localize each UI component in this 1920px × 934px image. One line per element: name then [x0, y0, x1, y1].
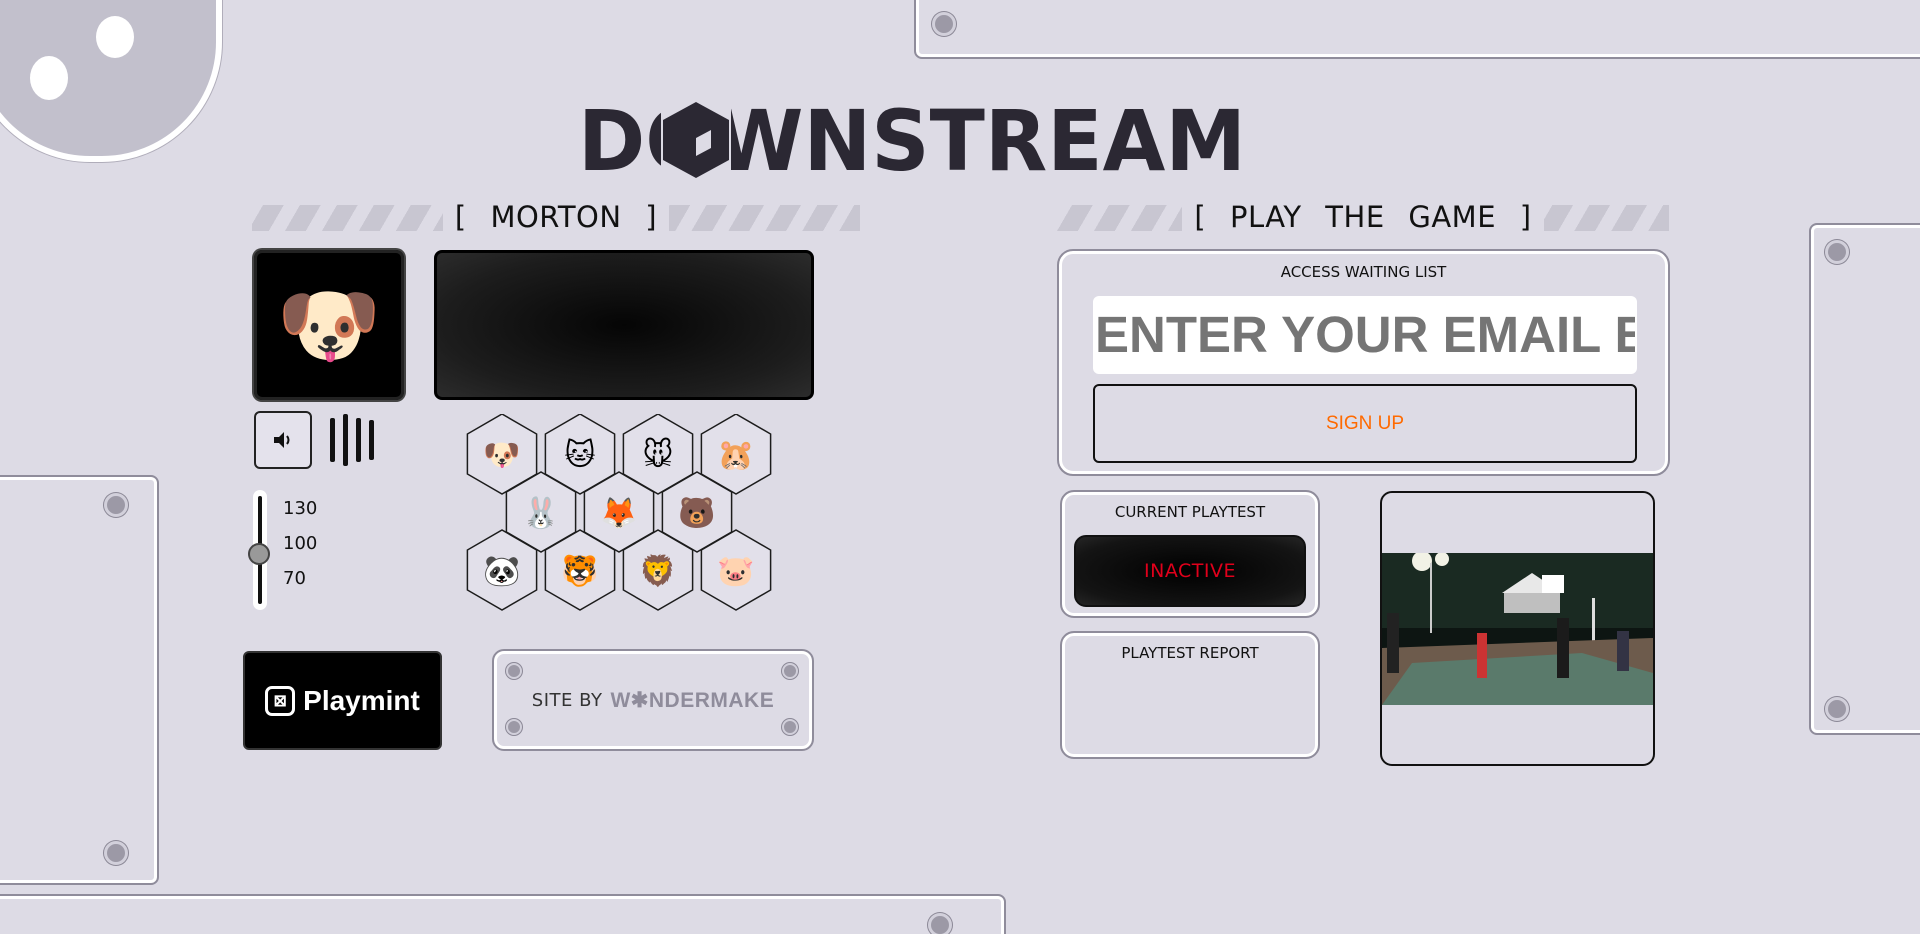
playmint-logo-icon: ⊠ — [265, 685, 296, 716]
signup-button[interactable]: SIGN UP — [1093, 384, 1637, 463]
bracket-open: [ — [1194, 200, 1207, 234]
screw-icon — [1825, 240, 1849, 264]
screw-icon — [104, 841, 128, 865]
waitlist-form: ACCESS WAITING LIST SIGN UP — [1057, 249, 1670, 476]
screw-icon — [104, 493, 128, 517]
animal-emoji: 🐶 — [483, 438, 520, 473]
frame-panel-bottom — [0, 894, 1006, 934]
gameplay-video-card[interactable] — [1380, 491, 1655, 766]
current-playtest-card: CURRENT PLAYTEST INACTIVE — [1060, 490, 1320, 618]
game-title: PLAY THE GAME — [1229, 200, 1497, 234]
credit-studio: W✱NDERMAKE — [610, 688, 775, 712]
screw-icon — [782, 663, 798, 679]
playmint-sponsor-link[interactable]: ⊠ Playmint — [243, 651, 442, 750]
animal-emoji: 🐷 — [717, 554, 754, 589]
animal-emoji: 🦁 — [639, 553, 676, 589]
player-name: MORTON — [490, 200, 622, 234]
bracket-close: ] — [645, 200, 658, 234]
credit-prefix: SITE BY — [531, 689, 603, 711]
screw-icon — [506, 719, 522, 735]
speaker-icon — [274, 432, 290, 448]
player-section-header: [ MORTON ] — [252, 200, 860, 234]
player-avatar[interactable]: 🐶 — [254, 250, 404, 400]
blob-eye-right — [96, 16, 134, 58]
frame-panel-right — [1809, 223, 1920, 735]
screw-icon — [506, 663, 522, 679]
volume-label-high: 130 — [283, 498, 318, 519]
downstream-logo: DOWNSTREAM — [578, 98, 1246, 180]
blob-eye-left — [30, 56, 68, 100]
animal-emoji: 🐯 — [561, 552, 598, 589]
cube-icon — [661, 100, 731, 178]
volume-label-mid: 100 — [283, 533, 318, 554]
avatar-emoji: 🐶 — [276, 275, 382, 374]
playtest-report-card[interactable]: PLAYTEST REPORT — [1060, 631, 1320, 759]
playtest-title: CURRENT PLAYTEST — [1114, 503, 1266, 521]
screw-icon — [782, 719, 798, 735]
volume-slider[interactable] — [248, 490, 270, 610]
volume-slider-thumb[interactable] — [248, 543, 270, 565]
animal-emoji: 🐻 — [678, 494, 715, 531]
animal-picker: 🐶 🐱 🐭 🐹 🐰 🦊 🐻 🐼 🐯 🦁 🐷 — [466, 414, 772, 611]
audio-level-bars-icon — [330, 414, 374, 466]
playmint-name: Playmint — [303, 684, 420, 716]
animal-emoji: 🐼 — [483, 553, 521, 589]
player-name-heading: [ MORTON ] — [442, 200, 670, 234]
frame-panel-left — [0, 475, 159, 885]
screw-icon — [932, 12, 956, 36]
animal-emoji: 🐹 — [717, 438, 754, 473]
player-screen — [434, 250, 814, 400]
sound-toggle-button[interactable] — [254, 411, 312, 469]
frame-panel-top — [914, 0, 1920, 59]
mascot-blob — [0, 0, 222, 162]
screw-icon — [928, 913, 952, 934]
screw-icon — [1825, 697, 1849, 721]
bracket-open: [ — [454, 200, 467, 234]
volume-label-low: 70 — [283, 568, 306, 589]
game-section-header: [ PLAY THE GAME ] — [1057, 200, 1669, 234]
game-heading: [ PLAY THE GAME ] — [1182, 200, 1544, 234]
gameplay-video-thumbnail[interactable] — [1382, 553, 1653, 705]
bracket-close: ] — [1519, 200, 1532, 234]
animal-emoji: 🐰 — [522, 495, 559, 531]
site-credit-link[interactable]: SITE BY W✱NDERMAKE — [492, 649, 814, 751]
email-input[interactable] — [1093, 296, 1637, 374]
playtest-status-badge: INACTIVE — [1074, 535, 1306, 607]
animal-emoji: 🦊 — [600, 496, 637, 531]
animal-emoji: 🐭 — [642, 437, 673, 473]
report-title: PLAYTEST REPORT — [1121, 644, 1259, 662]
waitlist-title: ACCESS WAITING LIST — [1280, 263, 1447, 281]
page: DOWNSTREAM [ MORTON ] 🐶 130 100 70 🐶 🐱 🐭… — [0, 0, 1920, 934]
animal-emoji: 🐱 — [564, 438, 595, 473]
